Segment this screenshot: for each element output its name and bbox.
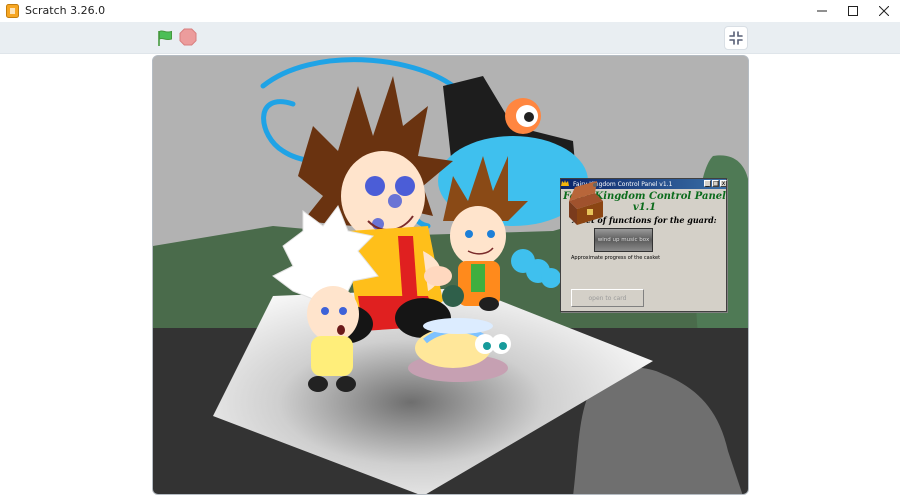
music-box-casket-icon (569, 181, 603, 225)
open-to-card-button[interactable]: open to card (571, 289, 644, 307)
casket-progress-label: Approximate progress of the casket (571, 255, 661, 261)
stop-icon (179, 28, 197, 46)
maximize-button[interactable] (838, 0, 868, 22)
close-icon (879, 6, 889, 16)
maximize-icon (848, 6, 858, 16)
window-title: Scratch 3.26.0 (25, 4, 106, 17)
close-button[interactable] (869, 0, 899, 22)
minimize-button[interactable] (807, 0, 837, 22)
panel-minimize-button[interactable]: _ (704, 180, 711, 187)
minimize-icon (817, 10, 827, 12)
unfullscreen-icon (729, 31, 743, 45)
wind-up-music-box-button[interactable]: wind up music box (594, 228, 653, 252)
stage-canvas[interactable]: Fairy Kingdom Control Panel v1.1 _ □ x F… (152, 55, 749, 495)
control-panel-window: Fairy Kingdom Control Panel v1.1 _ □ x F… (560, 178, 727, 312)
green-flag-button[interactable] (155, 28, 175, 48)
unfullscreen-button[interactable] (724, 26, 748, 50)
green-flag-icon (158, 30, 172, 46)
scratch-app-icon (6, 4, 19, 18)
stop-button[interactable] (179, 28, 197, 46)
window-titlebar: Scratch 3.26.0 (0, 0, 900, 22)
panel-maximize-button[interactable]: □ (712, 180, 719, 187)
stage-header (0, 22, 900, 54)
panel-close-button[interactable]: x (720, 180, 727, 187)
